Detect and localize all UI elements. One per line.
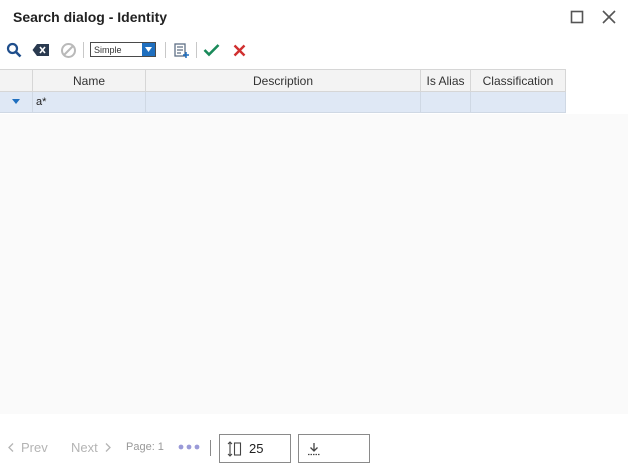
toolbar-divider [83,42,84,58]
list-add-icon[interactable] [171,40,191,60]
close-icon[interactable] [600,8,618,26]
export-button[interactable] [298,434,370,463]
search-mode-select[interactable]: Simple [90,42,156,57]
toolbar-divider [165,42,166,58]
filter-cell-description[interactable] [146,92,421,112]
page-size-input[interactable]: 25 [219,434,291,463]
check-icon[interactable] [201,40,221,60]
prev-label: Prev [21,439,48,455]
pager-divider [210,440,211,456]
column-header-is-alias[interactable]: Is Alias [421,70,471,92]
toolbar-divider [196,42,197,58]
next-label: Next [71,439,98,455]
next-button[interactable]: Next [71,436,111,458]
filter-cell-name[interactable]: a* [33,92,146,112]
ban-icon[interactable] [58,40,78,60]
maximize-icon[interactable] [568,8,586,26]
page-size-icon [227,440,242,457]
toolbar: Simple [0,36,628,64]
page-size-value: 25 [249,441,264,456]
filter-row[interactable]: a* [0,92,566,113]
column-header-classification[interactable]: Classification [471,70,566,92]
column-header-name[interactable]: Name [33,70,146,92]
more-dots-icon[interactable] [178,436,200,458]
filter-cell-classification[interactable] [471,92,566,112]
filter-cell-is-alias[interactable] [421,92,471,112]
pager: Prev Next Page: 1 25 [0,432,628,464]
x-icon[interactable] [229,40,249,60]
dialog-title: Search dialog - Identity [13,9,168,25]
search-mode-value: Simple [94,45,122,55]
title-bar: Search dialog - Identity [0,0,628,34]
grid-empty-area [0,114,628,414]
grid-header: Name Description Is Alias Classification [0,69,566,92]
column-header-description[interactable]: Description [146,70,421,92]
column-header-indicator [0,70,33,92]
chevron-right-icon [105,440,111,455]
backspace-icon[interactable] [31,40,51,60]
search-icon[interactable] [4,40,24,60]
page-indicator: Page: 1 [126,441,164,453]
chevron-down-icon [142,43,155,56]
download-icon [307,442,321,456]
prev-button[interactable]: Prev [8,436,48,458]
caret-down-icon[interactable] [0,92,33,112]
chevron-left-icon [8,440,14,455]
